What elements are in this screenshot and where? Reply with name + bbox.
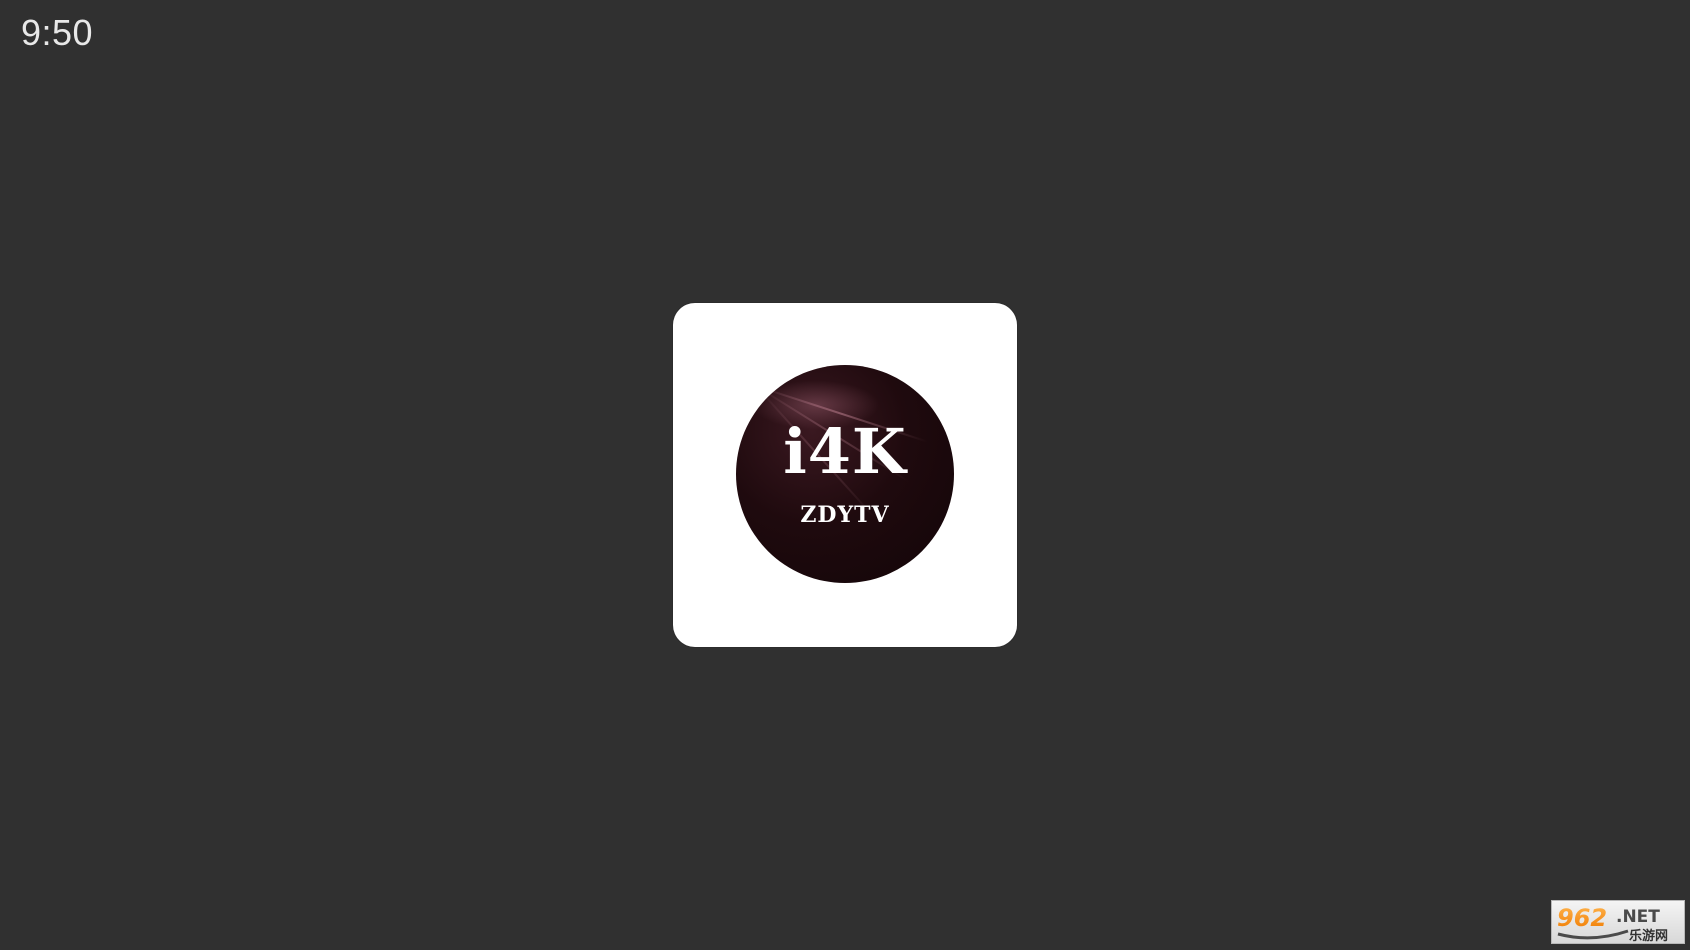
app-logo-title: i4K bbox=[783, 415, 907, 488]
status-time: 9:50 bbox=[21, 12, 94, 53]
app-logo-subtitle: ZDYTV bbox=[800, 502, 890, 528]
svg-text:.NET: .NET bbox=[1616, 907, 1660, 927]
app-icon-card[interactable]: i4K ZDYTV bbox=[673, 303, 1017, 647]
app-logo: i4K ZDYTV bbox=[736, 365, 954, 583]
svg-text:962: 962 bbox=[1557, 904, 1607, 932]
watermark-graphic: 962 .NET 乐游网 bbox=[1557, 904, 1668, 944]
svg-text:乐游网: 乐游网 bbox=[1629, 928, 1668, 944]
watermark-logo: 962 .NET 乐游网 bbox=[1551, 900, 1685, 944]
